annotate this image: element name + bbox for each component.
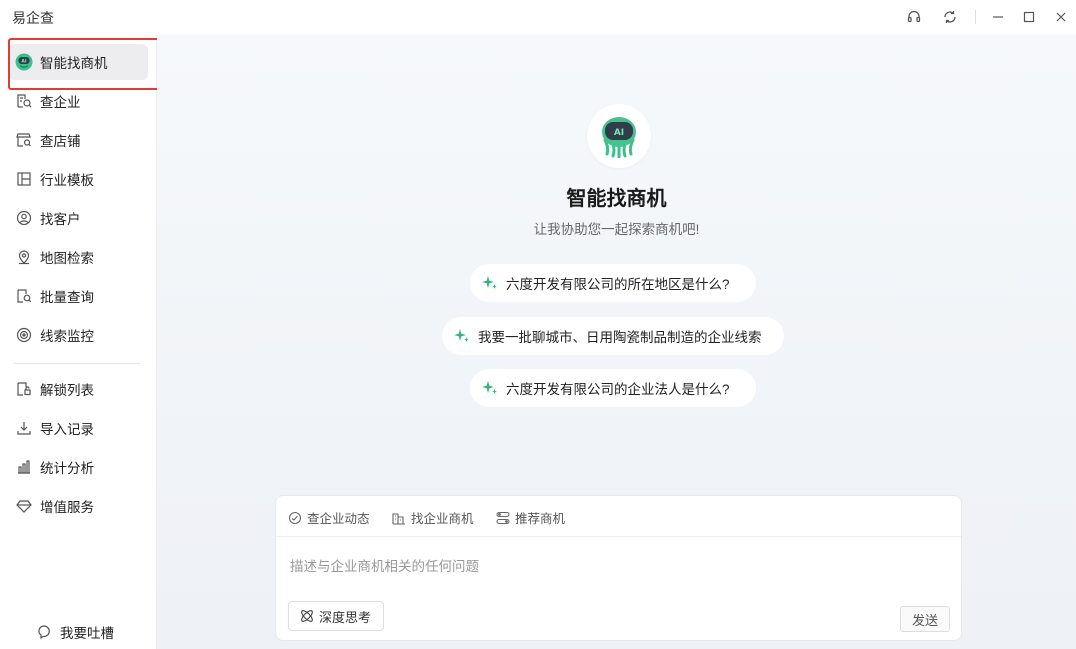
ai-logo: AI [587, 104, 651, 168]
sidebar-item-import-records[interactable]: 导入记录 [8, 410, 148, 446]
title-bar-divider [975, 10, 976, 24]
tab-recommend-opportunity[interactable]: 推荐商机 [496, 508, 565, 527]
sidebar-item-lead-monitor[interactable]: 线索监控 [8, 317, 148, 353]
sidebar-item-label: 批量查询 [40, 290, 94, 305]
sidebar-item-statistics[interactable]: 统计分析 [8, 449, 148, 485]
sidebar-item-value-added[interactable]: 增值服务 [8, 488, 148, 524]
sidebar-item-company-search[interactable]: 查企业 [8, 83, 148, 119]
composer-tabs: 查企业动态 找企业商机 推荐商机 [276, 496, 961, 537]
batch-search-icon [15, 287, 33, 305]
recommend-icon [496, 511, 510, 525]
sidebar-item-label: 导入记录 [40, 422, 94, 437]
deep-think-button[interactable]: 深度思考 [288, 601, 385, 631]
sidebar-item-label: 增值服务 [40, 500, 94, 515]
headset-icon[interactable] [902, 5, 926, 29]
sidebar-item-label: 线索监控 [40, 329, 94, 344]
sidebar-item-batch-search[interactable]: 批量查询 [8, 278, 148, 314]
feedback-label: 我要吐槽 [60, 626, 114, 641]
sidebar-item-label: 解锁列表 [40, 383, 94, 398]
tab-find-opportunity[interactable]: 找企业商机 [392, 508, 474, 527]
template-icon [15, 170, 33, 188]
svg-text:AI: AI [614, 128, 624, 138]
sidebar-item-label: 查店铺 [40, 134, 81, 149]
sidebar-item-label: 智能找商机 [40, 56, 108, 71]
sparkle-icon [482, 380, 498, 396]
sidebar-item-label: 统计分析 [40, 461, 94, 476]
tab-label: 找企业商机 [411, 512, 474, 526]
unlock-list-icon [15, 380, 33, 398]
sidebar-item-store-search[interactable]: 查店铺 [8, 122, 148, 158]
diamond-icon [15, 497, 33, 515]
sidebar-item-label: 行业模板 [40, 173, 94, 188]
page-subtitle: 让我协助您一起探索商机吧! [533, 222, 700, 237]
bar-chart-icon [15, 458, 33, 476]
close-icon[interactable] [1049, 5, 1073, 29]
feedback-icon [36, 624, 52, 640]
dynamic-icon [288, 511, 302, 525]
sidebar-divider [14, 363, 140, 364]
title-bar: 易企查 [0, 0, 1076, 34]
sidebar-item-ai-opportunity[interactable]: AI 智能找商机 [8, 44, 148, 80]
sidebar-item-map-search[interactable]: 地图检索 [8, 239, 148, 275]
atom-icon [299, 608, 315, 624]
minimize-icon[interactable] [986, 5, 1010, 29]
ai-robot-icon: AI [15, 53, 33, 71]
composer: 查企业动态 找企业商机 推荐商机 深度思考 发送 [275, 495, 962, 641]
svg-text:AI: AI [21, 59, 26, 65]
suggestion-text: 六度开发有限公司的企业法人是什么? [506, 382, 730, 397]
sidebar-item-industry-template[interactable]: 行业模板 [8, 161, 148, 197]
sidebar: AI 智能找商机 查企业 查店铺 行业模板 找客户 地图检索 批量查询 线索监控… [0, 34, 157, 649]
import-icon [15, 419, 33, 437]
sidebar-item-label: 地图检索 [40, 251, 94, 266]
deep-think-label: 深度思考 [319, 609, 372, 625]
sidebar-item-label: 找客户 [40, 212, 81, 227]
suggestion-chip[interactable]: 六度开发有限公司的企业法人是什么? [470, 369, 756, 407]
tab-label: 推荐商机 [515, 512, 566, 526]
tab-company-dynamics[interactable]: 查企业动态 [288, 508, 370, 527]
feedback-button[interactable]: 我要吐槽 [36, 622, 114, 642]
suggestion-chip[interactable]: 我要一批聊城市、日用陶瓷制品制造的企业线索 [442, 317, 784, 355]
store-search-icon [15, 131, 33, 149]
page-title: 智能找商机 [566, 188, 667, 210]
customer-icon [15, 209, 33, 227]
sidebar-item-unlock-list[interactable]: 解锁列表 [8, 371, 148, 407]
refresh-icon[interactable] [938, 5, 962, 29]
send-button[interactable]: 发送 [900, 606, 950, 632]
app-title: 易企查 [12, 10, 54, 26]
suggestion-text: 六度开发有限公司的所在地区是什么? [506, 277, 730, 292]
question-input[interactable] [290, 546, 940, 586]
sidebar-item-find-customer[interactable]: 找客户 [8, 200, 148, 236]
suggestion-chip[interactable]: 六度开发有限公司的所在地区是什么? [470, 264, 756, 302]
suggestion-text: 我要一批聊城市、日用陶瓷制品制造的企业线索 [478, 330, 762, 345]
sidebar-item-label: 查企业 [40, 95, 81, 110]
sparkle-icon [482, 275, 498, 291]
sparkle-icon [454, 328, 470, 344]
monitor-icon [15, 326, 33, 344]
map-pin-icon [15, 248, 33, 266]
building-icon [392, 511, 406, 525]
tab-label: 查企业动态 [307, 512, 370, 526]
company-search-icon [15, 92, 33, 110]
main-content: AI 智能找商机 让我协助您一起探索商机吧! 六度开发有限公司的所在地区是什么?… [157, 34, 1076, 649]
maximize-icon[interactable] [1017, 5, 1041, 29]
